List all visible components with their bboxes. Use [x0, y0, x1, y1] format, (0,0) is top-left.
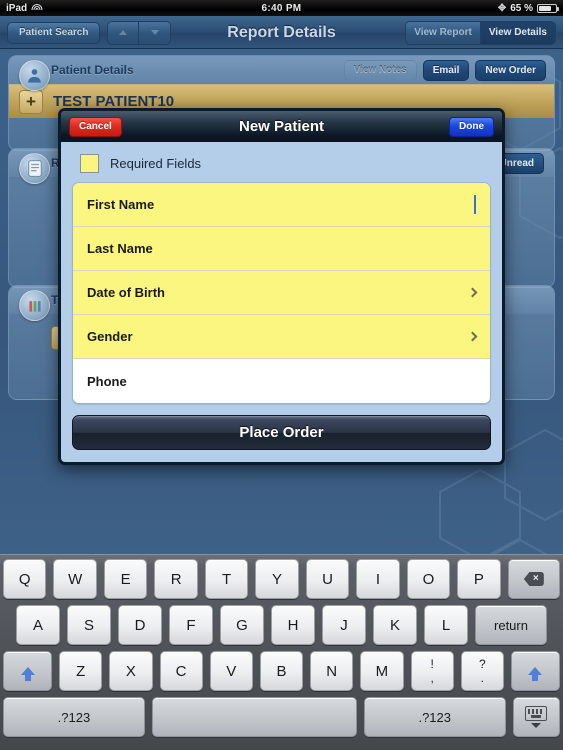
status-time: 6:40 PM: [261, 2, 302, 14]
return-key[interactable]: return: [475, 605, 547, 645]
tab-view-report[interactable]: View Report: [406, 21, 481, 44]
key-y[interactable]: Y: [255, 559, 299, 599]
field-row-gender[interactable]: Gender: [73, 315, 490, 359]
key-g[interactable]: G: [220, 605, 264, 645]
backspace-key[interactable]: ×: [507, 559, 561, 599]
key-p[interactable]: P: [457, 559, 501, 599]
key-v[interactable]: V: [209, 651, 253, 691]
field-row-first-name[interactable]: First Name: [73, 183, 490, 227]
required-color-swatch: [80, 154, 99, 173]
modal-navigation-bar: Cancel New Patient Done: [61, 111, 502, 142]
required-fields-label: Required Fields: [110, 156, 202, 171]
cancel-button[interactable]: Cancel: [69, 116, 122, 137]
key-l[interactable]: L: [424, 605, 468, 645]
space-key[interactable]: [151, 697, 357, 737]
view-segmented-control[interactable]: View Report View Details: [405, 20, 556, 45]
status-bar: iPad 6:40 PM ✥ 65 %: [0, 0, 563, 16]
key-exclamation-top: !: [430, 656, 434, 671]
key-i[interactable]: I: [356, 559, 400, 599]
text-cursor-icon: [474, 195, 476, 214]
backspace-icon: ×: [523, 572, 544, 586]
chevron-right-icon: [467, 287, 478, 298]
arrow-up-icon: [119, 30, 128, 35]
status-right: ✥ 65 %: [497, 2, 559, 14]
tab-view-details[interactable]: View Details: [480, 21, 555, 44]
key-e[interactable]: E: [103, 559, 148, 599]
onscreen-keyboard: Q W E R T Y U I O P × A S D F G H J K L …: [0, 554, 563, 750]
battery-percent: 65 %: [510, 2, 533, 14]
key-b[interactable]: B: [259, 651, 304, 691]
hide-keyboard-icon: [525, 706, 548, 721]
shift-key-right[interactable]: [510, 651, 561, 691]
battery-icon: [537, 3, 559, 13]
prev-record-button[interactable]: [108, 21, 140, 44]
date-of-birth-label: Date of Birth: [87, 285, 165, 300]
bluetooth-icon: ✥: [497, 2, 507, 14]
key-period-bottom: .: [480, 670, 484, 685]
place-order-button[interactable]: Place Order: [72, 415, 491, 450]
keyboard-row-1: Q W E R T Y U I O P ×: [2, 559, 561, 599]
key-n[interactable]: N: [310, 651, 354, 691]
keyboard-row-3: Z X C V B N M ! , ? .: [3, 651, 561, 691]
key-t[interactable]: T: [204, 559, 249, 599]
key-x[interactable]: X: [109, 651, 153, 691]
key-h[interactable]: H: [271, 605, 315, 645]
done-button[interactable]: Done: [449, 116, 494, 137]
required-fields-legend: Required Fields: [72, 152, 491, 182]
hide-keyboard-key[interactable]: [512, 697, 560, 737]
shift-icon: [20, 667, 35, 681]
first-name-accessory: [474, 195, 476, 214]
field-row-date-of-birth[interactable]: Date of Birth: [73, 271, 490, 315]
modal-body: Required Fields First Name Last Name Dat…: [61, 142, 502, 462]
modal-title: New Patient: [238, 118, 325, 135]
patient-search-button[interactable]: Patient Search: [7, 21, 101, 44]
key-d[interactable]: D: [118, 605, 162, 645]
key-w[interactable]: W: [53, 559, 97, 599]
dob-accessory: [467, 287, 478, 298]
key-j[interactable]: J: [322, 605, 366, 645]
new-patient-modal: Cancel New Patient Done Required Fields …: [58, 108, 505, 465]
key-comma-bottom: ,: [430, 670, 434, 685]
phone-label: Phone: [87, 373, 127, 389]
gender-accessory: [467, 331, 478, 342]
key-question-period[interactable]: ? .: [460, 651, 504, 691]
key-a[interactable]: A: [16, 605, 60, 645]
key-c[interactable]: C: [159, 651, 203, 691]
key-s[interactable]: S: [67, 605, 111, 645]
key-o[interactable]: O: [406, 559, 451, 599]
numeric-key-left[interactable]: .?123: [3, 697, 145, 737]
field-row-last-name[interactable]: Last Name: [73, 227, 490, 271]
key-z[interactable]: Z: [59, 651, 103, 691]
key-q[interactable]: Q: [2, 559, 47, 599]
key-f[interactable]: F: [169, 605, 213, 645]
key-question-top: ?: [478, 656, 486, 671]
shift-icon: [528, 667, 543, 681]
key-k[interactable]: K: [373, 605, 417, 645]
first-name-label: First Name: [87, 197, 155, 212]
shift-key-left[interactable]: [3, 651, 53, 691]
key-r[interactable]: R: [154, 559, 198, 599]
arrow-down-icon: [150, 30, 159, 35]
key-exclamation-comma[interactable]: ! ,: [410, 651, 454, 691]
next-record-button[interactable]: [139, 21, 171, 44]
last-name-label: Last Name: [87, 241, 153, 256]
view-toggle: View Report View Details: [398, 20, 556, 45]
chevron-right-icon: [467, 331, 478, 342]
numeric-key-right[interactable]: .?123: [363, 697, 506, 737]
navigation-bar: Patient Search Report Details View Repor…: [0, 16, 563, 49]
keyboard-row-2: A S D F G H J K L return: [3, 605, 560, 645]
key-u[interactable]: U: [305, 559, 350, 599]
chevron-down-icon: [531, 723, 542, 728]
prev-next-control[interactable]: [107, 20, 172, 45]
gender-label: Gender: [87, 329, 133, 344]
key-m[interactable]: M: [360, 651, 404, 691]
ipad-screen: iPad 6:40 PM ✥ 65 % Patient Search Repor…: [0, 0, 563, 750]
keyboard-row-4: .?123 .?123: [3, 697, 560, 737]
new-patient-form: First Name Last Name Date of Birth Gende…: [72, 182, 491, 404]
field-row-phone[interactable]: Phone: [73, 359, 490, 403]
